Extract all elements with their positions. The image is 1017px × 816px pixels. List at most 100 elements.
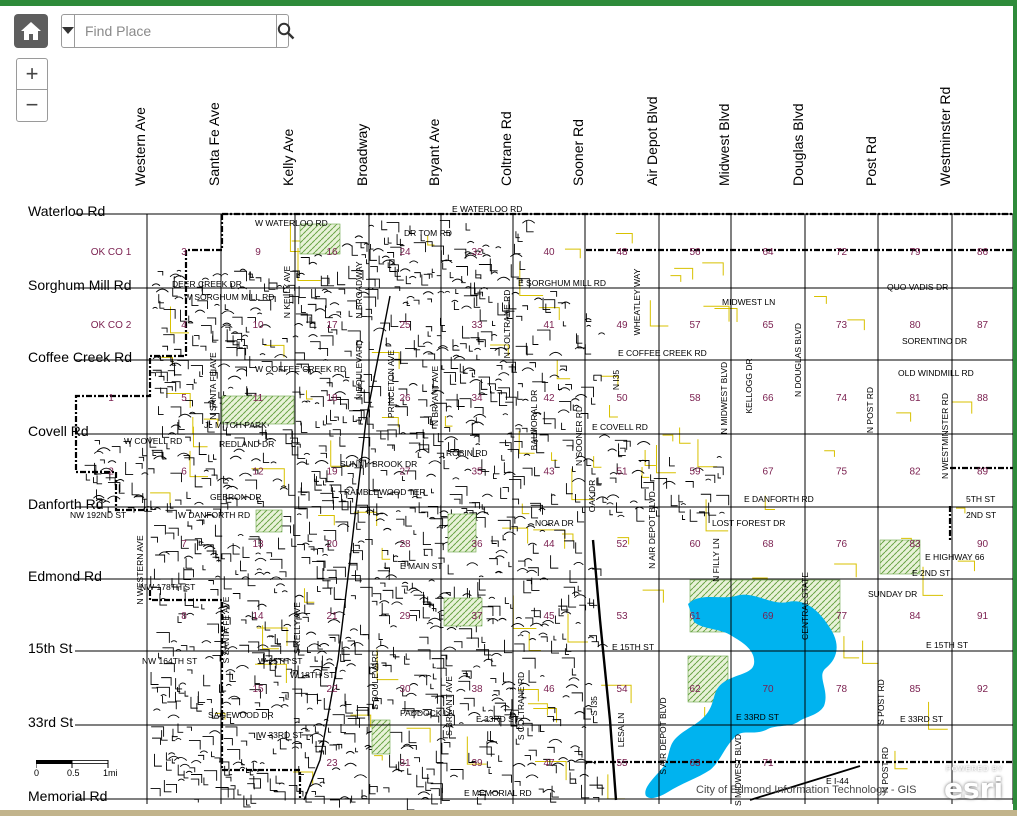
section-number[interactable]: 20 <box>326 539 338 550</box>
esri-logo[interactable]: POWERED BY esri <box>940 764 1006 805</box>
section-number[interactable]: 14 <box>252 611 264 622</box>
section-number[interactable]: 61 <box>689 611 701 622</box>
section-number[interactable]: 3 <box>181 247 187 258</box>
section-number[interactable]: 73 <box>836 320 848 331</box>
section-number[interactable]: 70 <box>762 684 774 695</box>
section-number[interactable]: 43 <box>543 467 555 478</box>
section-number[interactable]: 62 <box>689 684 701 695</box>
section-number[interactable]: 89 <box>977 467 989 478</box>
section-number[interactable]: 17 <box>326 320 338 331</box>
section-number[interactable]: OK CO 1 <box>91 247 132 258</box>
section-number[interactable]: 55 <box>616 758 628 769</box>
section-number[interactable]: 85 <box>909 684 921 695</box>
section-number[interactable]: 5 <box>181 393 187 404</box>
section-number[interactable]: 26 <box>399 393 411 404</box>
map-svg[interactable]: Western Ave Santa Fe Ave Kelly Ave Broadway… <box>0 6 1013 810</box>
find-place-input[interactable] <box>75 15 276 47</box>
section-number[interactable]: 80 <box>909 320 921 331</box>
section-number[interactable]: 8 <box>181 611 187 622</box>
section-number[interactable]: 40 <box>543 247 555 258</box>
section-number[interactable]: 32 <box>471 247 483 258</box>
section-number[interactable]: 91 <box>977 611 989 622</box>
section-number[interactable]: 9 <box>255 247 261 258</box>
section-number[interactable]: 11 <box>253 393 264 404</box>
section-number[interactable]: 84 <box>909 611 921 622</box>
section-number[interactable]: 13 <box>252 539 264 550</box>
section-number[interactable]: 7 <box>181 539 187 550</box>
section-number[interactable]: 48 <box>616 247 628 258</box>
section-number[interactable]: 46 <box>543 684 555 695</box>
section-number[interactable]: 19 <box>326 467 338 478</box>
section-number[interactable]: 1 <box>108 393 114 404</box>
section-number[interactable]: 29 <box>399 611 411 622</box>
section-number[interactable]: 72 <box>836 247 848 258</box>
section-number[interactable]: 21 <box>326 611 338 622</box>
section-number[interactable]: 44 <box>543 539 555 550</box>
section-number[interactable]: 35 <box>471 467 483 478</box>
section-number[interactable]: 69 <box>762 611 774 622</box>
section-number[interactable]: 67 <box>762 467 774 478</box>
section-number[interactable]: 41 <box>543 320 555 331</box>
section-number[interactable]: 64 <box>762 247 774 258</box>
section-number[interactable]: 53 <box>616 611 628 622</box>
section-number[interactable]: 51 <box>616 467 628 478</box>
zoom-out-button[interactable]: − <box>17 89 47 120</box>
section-number[interactable]: 37 <box>471 611 483 622</box>
section-number[interactable]: 86 <box>977 247 989 258</box>
section-number[interactable]: 15 <box>252 684 264 695</box>
section-number[interactable]: 58 <box>689 393 701 404</box>
section-number[interactable]: 31 <box>399 758 411 769</box>
section-number[interactable]: 25 <box>399 320 411 331</box>
section-number[interactable]: 28 <box>399 539 411 550</box>
section-number[interactable]: 10 <box>252 320 264 331</box>
section-number[interactable]: 2 <box>108 467 114 478</box>
section-number[interactable]: 83 <box>909 539 921 550</box>
section-number[interactable]: 66 <box>762 393 774 404</box>
section-number[interactable]: 33 <box>471 320 483 331</box>
section-number[interactable]: 92 <box>977 684 989 695</box>
section-number[interactable]: 71 <box>762 758 774 769</box>
section-number[interactable]: 79 <box>909 247 921 258</box>
section-number[interactable]: 16 <box>326 247 338 258</box>
section-number[interactable]: 82 <box>909 467 921 478</box>
section-number[interactable]: 12 <box>252 467 264 478</box>
section-number[interactable]: 4 <box>181 320 187 331</box>
section-number[interactable]: 77 <box>836 611 848 622</box>
section-number[interactable]: 87 <box>977 320 989 331</box>
section-number[interactable]: 63 <box>689 758 701 769</box>
section-number[interactable]: 68 <box>762 539 774 550</box>
section-number[interactable]: 60 <box>689 539 701 550</box>
section-number[interactable]: 54 <box>616 684 628 695</box>
section-number[interactable]: 75 <box>836 467 848 478</box>
section-number[interactable]: 57 <box>689 320 701 331</box>
section-number[interactable]: 59 <box>689 467 701 478</box>
section-number[interactable]: 22 <box>326 684 338 695</box>
section-number[interactable]: 36 <box>471 539 483 550</box>
section-number[interactable]: 52 <box>616 539 628 550</box>
section-number[interactable]: OK CO 2 <box>91 320 132 331</box>
section-number[interactable]: 56 <box>689 247 701 258</box>
section-number[interactable]: 78 <box>836 684 848 695</box>
section-number[interactable]: 30 <box>399 684 411 695</box>
section-number[interactable]: 45 <box>543 611 555 622</box>
section-number[interactable]: 65 <box>762 320 774 331</box>
section-number[interactable]: 50 <box>616 393 628 404</box>
section-number[interactable]: 90 <box>977 539 989 550</box>
section-number[interactable]: 18 <box>326 393 338 404</box>
section-number[interactable]: 34 <box>471 393 483 404</box>
section-number[interactable]: 74 <box>836 393 848 404</box>
section-number[interactable]: 47 <box>543 758 555 769</box>
search-button[interactable] <box>276 15 295 47</box>
section-number[interactable]: 42 <box>543 393 555 404</box>
section-number[interactable]: 38 <box>471 684 483 695</box>
section-number[interactable]: 39 <box>471 758 483 769</box>
map-canvas[interactable]: Western Ave Santa Fe Ave Kelly Ave Broadway… <box>0 6 1013 810</box>
section-number[interactable]: 6 <box>181 467 187 478</box>
section-number[interactable]: 23 <box>326 758 338 769</box>
home-button[interactable] <box>14 14 48 48</box>
section-number[interactable]: 76 <box>836 539 848 550</box>
zoom-in-button[interactable]: + <box>17 59 47 89</box>
search-source-dropdown[interactable] <box>62 15 75 47</box>
section-number[interactable]: 81 <box>909 393 921 404</box>
section-number[interactable]: 88 <box>977 393 989 404</box>
